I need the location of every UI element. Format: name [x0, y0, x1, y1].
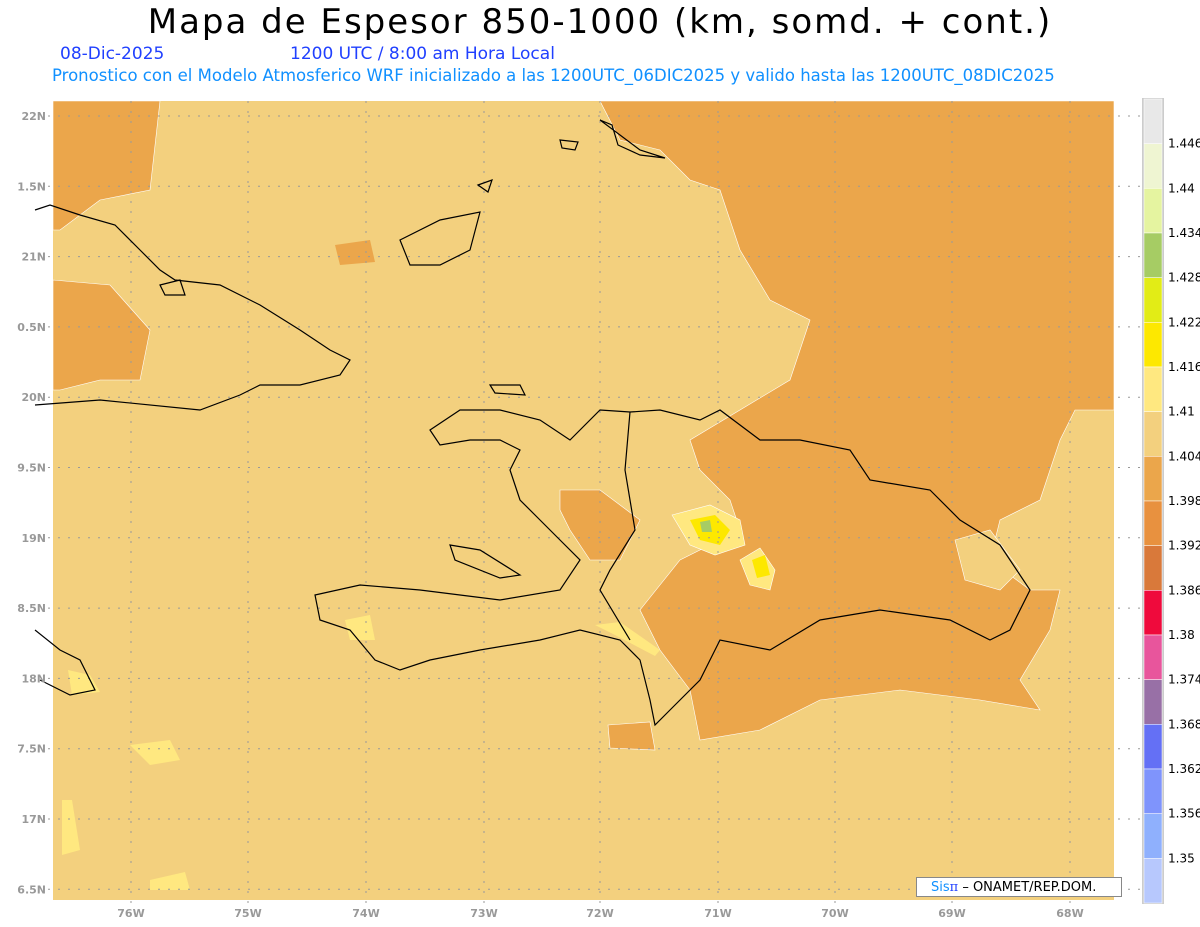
colorbar-swatch — [1143, 322, 1163, 368]
lon-label: 68W — [1056, 907, 1083, 920]
colorbar-swatch — [1143, 277, 1163, 323]
colorbar-label: 1.398 — [1168, 494, 1200, 508]
lat-label: 21N — [21, 251, 46, 264]
colorbar-label: 1.374 — [1168, 673, 1200, 687]
lat-label: 0.5N — [17, 321, 46, 334]
lat-label: 6.5N — [17, 883, 46, 896]
colorbar-swatch — [1143, 858, 1163, 904]
colorbar-swatch — [1143, 590, 1163, 636]
watermark-text: – ONAMET/REP.DOM. — [958, 880, 1097, 895]
lat-axis-labels: 22N 1.5N 21N 0.5N 20N 9.5N 19N 8.5N 18N 7.5N 17N 6.… — [17, 110, 46, 896]
colorbar-swatch — [1143, 232, 1163, 278]
lon-label: 70W — [821, 907, 848, 920]
colorbar-label: 1.404 — [1168, 449, 1200, 463]
colorbar-swatch — [1143, 411, 1163, 457]
colorbar-label: 1.428 — [1168, 271, 1200, 285]
lat-label: 20N — [21, 391, 46, 404]
watermark-brand: Sis — [931, 880, 950, 895]
colorbar-label: 1.362 — [1168, 762, 1200, 776]
lon-label: 72W — [586, 907, 613, 920]
colorbar-swatch — [1143, 545, 1163, 591]
colorbar-label: 1.422 — [1168, 315, 1200, 329]
lon-label: 71W — [704, 907, 731, 920]
watermark-pi: π — [949, 880, 959, 895]
colorbar-swatch — [1143, 768, 1163, 814]
colorbar-swatch — [1143, 456, 1163, 502]
lat-label: 9.5N — [17, 462, 46, 475]
colorbar-label: 1.368 — [1168, 717, 1200, 731]
colorbar-swatch — [1143, 813, 1163, 859]
thickness-map: 76W 75W 74W 73W 72W 71W 70W 69W 68W 22N 1… — [17, 98, 1200, 920]
colorbar-label: 1.446 — [1168, 137, 1200, 151]
lat-label: 17N — [21, 813, 46, 826]
lat-label: 7.5N — [17, 743, 46, 756]
lon-label: 74W — [352, 907, 379, 920]
colorbar-label: 1.434 — [1168, 226, 1200, 240]
colorbar-label: 1.44 — [1168, 181, 1195, 195]
colorbar-label: 1.35 — [1168, 851, 1195, 865]
lat-label: 19N — [21, 532, 46, 545]
colorbar-swatch — [1143, 366, 1163, 412]
colorbar: 1.446 1.44 1.434 1.428 1.422 1.416 1.41 1.404 1.… — [1142, 98, 1200, 904]
colorbar-swatch — [1143, 143, 1163, 189]
colorbar-swatch — [1143, 634, 1163, 680]
colorbar-label: 1.386 — [1168, 583, 1200, 597]
lon-label: 76W — [117, 907, 144, 920]
lon-label: 75W — [234, 907, 261, 920]
colorbar-swatch — [1143, 724, 1163, 770]
lon-axis-labels: 76W 75W 74W 73W 72W 71W 70W 69W 68W — [117, 907, 1083, 920]
colorbar-label: 1.38 — [1168, 628, 1195, 642]
colorbar-swatch — [1143, 679, 1163, 725]
watermark: Sisπ – ONAMET/REP.DOM. — [916, 877, 1122, 897]
lat-label: 18N — [21, 672, 46, 685]
lat-label: 8.5N — [17, 602, 46, 615]
colorbar-label: 1.41 — [1168, 405, 1195, 419]
lat-label: 1.5N — [17, 180, 46, 193]
lon-label: 69W — [938, 907, 965, 920]
colorbar-label: 1.356 — [1168, 807, 1200, 821]
colorbar-swatch — [1143, 98, 1163, 144]
colorbar-label: 1.392 — [1168, 539, 1200, 553]
lon-label: 73W — [470, 907, 497, 920]
region-1398-south — [607, 721, 656, 751]
colorbar-swatch — [1143, 188, 1163, 234]
lat-label: 22N — [21, 110, 46, 123]
region-1428-central — [700, 520, 712, 532]
colorbar-label: 1.416 — [1168, 360, 1200, 374]
colorbar-swatch — [1143, 500, 1163, 546]
